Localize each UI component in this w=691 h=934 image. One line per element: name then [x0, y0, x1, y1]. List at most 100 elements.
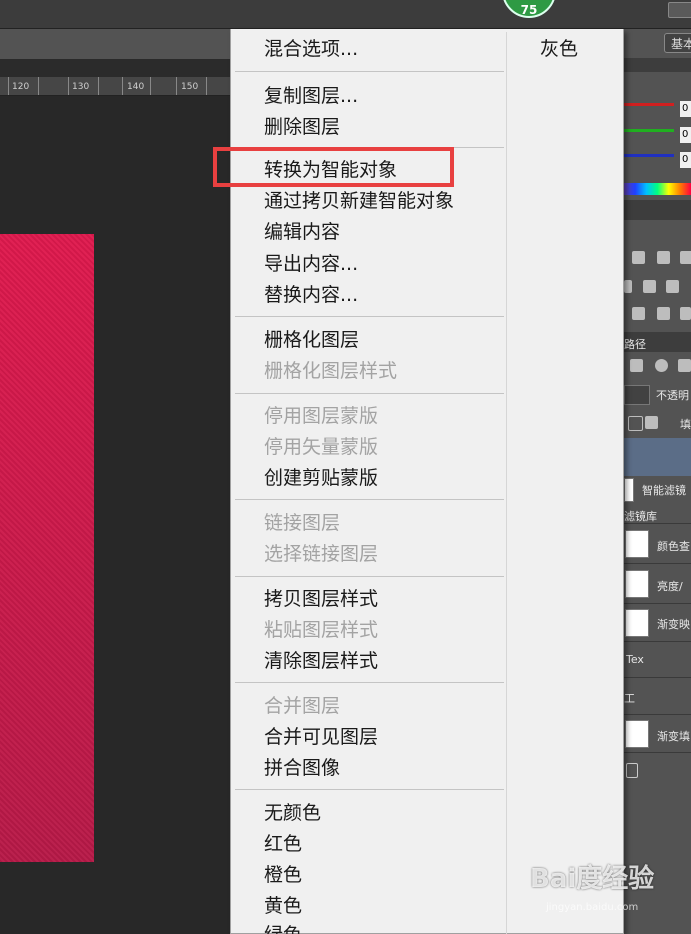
menu-item-color-orange[interactable]: 橙色 [264, 863, 302, 887]
horizontal-ruler: 120 130 140 150 [0, 77, 232, 96]
selected-layer-row[interactable] [624, 438, 691, 476]
ruler-mark [176, 77, 177, 95]
menu-item-edit-contents[interactable]: 编辑内容 [264, 220, 340, 244]
layer-divider [624, 714, 691, 715]
green-slider[interactable] [624, 129, 674, 132]
layer-divider [624, 563, 691, 564]
menu-separator [235, 789, 504, 790]
ruler-mark [206, 77, 207, 95]
red-value-field[interactable]: 0 [680, 101, 691, 117]
menu-item-delete-layer[interactable]: 删除图层 [264, 115, 340, 139]
menu-separator [235, 576, 504, 577]
watermark-logo: Bai度经验 [530, 864, 655, 894]
canvas-red-layer[interactable] [0, 234, 94, 862]
menu-item-disable-layer-mask: 停用图层蒙版 [264, 405, 379, 427]
layer-thumbnail [625, 609, 649, 637]
menu-item-rasterize-layer-style: 栅格化图层样式 [264, 360, 398, 382]
ruler-tick: 130 [72, 82, 90, 92]
color-panel-header [624, 58, 691, 72]
ruler-tick: 140 [127, 82, 145, 92]
menu-item-rasterize-layer[interactable]: 栅格化图层 [264, 328, 359, 352]
opacity-label: 不透明 [656, 389, 689, 402]
menu-item-merge-visible[interactable]: 合并可见图层 [264, 725, 378, 749]
ruler-tick: 150 [181, 82, 199, 92]
menu-item-color-none[interactable]: 无颜色 [264, 801, 321, 825]
highlight-annotation-box [213, 147, 454, 187]
menu-item-blending-options[interactable]: 混合选项... [264, 37, 358, 61]
layer-divider [624, 641, 691, 642]
menu-item-copy-layer-style[interactable]: 拷贝图层样式 [264, 587, 378, 611]
posterize-icon[interactable] [657, 307, 670, 320]
red-slider[interactable] [624, 103, 674, 106]
adjustment-filter-icon[interactable] [655, 359, 668, 372]
ruler-mark [98, 77, 99, 95]
ruler-mark [150, 77, 151, 95]
menu-separator [235, 682, 504, 683]
blue-slider[interactable] [624, 154, 674, 157]
layer-label[interactable]: 颜色查 [657, 538, 690, 554]
window-minimize-button[interactable] [668, 2, 691, 18]
gradient-map-icon[interactable] [680, 251, 691, 264]
layer-label[interactable]: 智能滤镜 [642, 482, 686, 498]
menu-item-color-red[interactable]: 红色 [264, 832, 302, 856]
selective-color-icon[interactable] [680, 307, 691, 320]
menu-item-paste-layer-style: 粘贴图层样式 [264, 619, 379, 641]
menu-item-clear-layer-style[interactable]: 清除图层样式 [264, 649, 378, 673]
layer-label[interactable]: 工 [624, 690, 635, 706]
adjustments-panel-header [624, 200, 691, 220]
menu-item-create-clipping-mask[interactable]: 创建剪贴蒙版 [264, 466, 378, 490]
menu-separator [235, 393, 504, 394]
layer-thumbnail [625, 720, 649, 748]
menu-column-divider [506, 32, 507, 934]
menu-item-color-yellow[interactable]: 黄色 [264, 894, 302, 918]
layer-label[interactable]: 渐变映 [657, 616, 690, 632]
blend-mode-select[interactable] [624, 385, 650, 405]
ruler-mark [68, 77, 69, 95]
layer-thumbnail [625, 530, 649, 558]
layer-divider [624, 677, 691, 678]
layer-label[interactable]: 滤镜库 [624, 508, 657, 524]
ruler-tick: 120 [12, 82, 30, 92]
watermark-url: jingyan.baidu.com [546, 902, 639, 913]
menu-item-link-layers: 链接图层 [264, 512, 341, 534]
layer-label[interactable]: 亮度/ [657, 578, 683, 594]
ruler-mark [38, 77, 39, 95]
menu-item-color-green[interactable]: 绿色 [264, 923, 302, 934]
menu-item-replace-contents[interactable]: 替换内容... [264, 283, 358, 307]
menu-separator [235, 499, 504, 500]
menu-item-export-contents[interactable]: 导出内容... [264, 252, 358, 276]
app-titlebar [0, 0, 691, 29]
menu-item-color-gray[interactable]: 灰色 [540, 37, 578, 61]
layer-thumbnail [625, 570, 649, 598]
ruler-mark [8, 77, 9, 95]
layer-label[interactable]: 渐变填 [657, 728, 690, 744]
menu-separator [235, 71, 504, 72]
hsl-icon[interactable] [624, 280, 632, 293]
workspace-switcher-button[interactable]: 基本 [664, 33, 691, 53]
threshold-icon[interactable] [632, 307, 645, 320]
menu-item-new-smart-object-via-copy[interactable]: 通过拷贝新建智能对象 [264, 189, 454, 213]
levels-icon[interactable] [632, 251, 645, 264]
layer-label[interactable]: Tex [626, 653, 644, 666]
menu-separator [235, 316, 504, 317]
lock-all-icon[interactable] [645, 416, 658, 429]
menu-item-merge-layers: 合并图层 [264, 695, 341, 717]
curves-icon[interactable] [657, 251, 670, 264]
menu-item-flatten-image[interactable]: 拼合图像 [264, 756, 340, 780]
layer-divider [624, 523, 691, 524]
menu-item-select-linked-layers: 选择链接图层 [264, 543, 379, 565]
green-value-field[interactable]: 0 [680, 127, 691, 143]
smart-filter-thumbnail [624, 478, 634, 502]
photo-filter-icon[interactable] [643, 280, 656, 293]
image-filter-icon[interactable] [630, 359, 643, 372]
layer-effects-icon [626, 763, 638, 778]
layer-divider [624, 752, 691, 753]
menu-item-duplicate-layer[interactable]: 复制图层... [264, 84, 358, 108]
color-spectrum-bar[interactable] [624, 183, 691, 195]
blue-value-field[interactable]: 0 [680, 152, 691, 168]
tab-paths[interactable]: 路径 [624, 336, 646, 352]
ruler-mark [122, 77, 123, 95]
channel-mixer-icon[interactable] [666, 280, 679, 293]
lock-position-icon[interactable] [628, 416, 643, 431]
type-filter-icon[interactable] [678, 359, 691, 372]
